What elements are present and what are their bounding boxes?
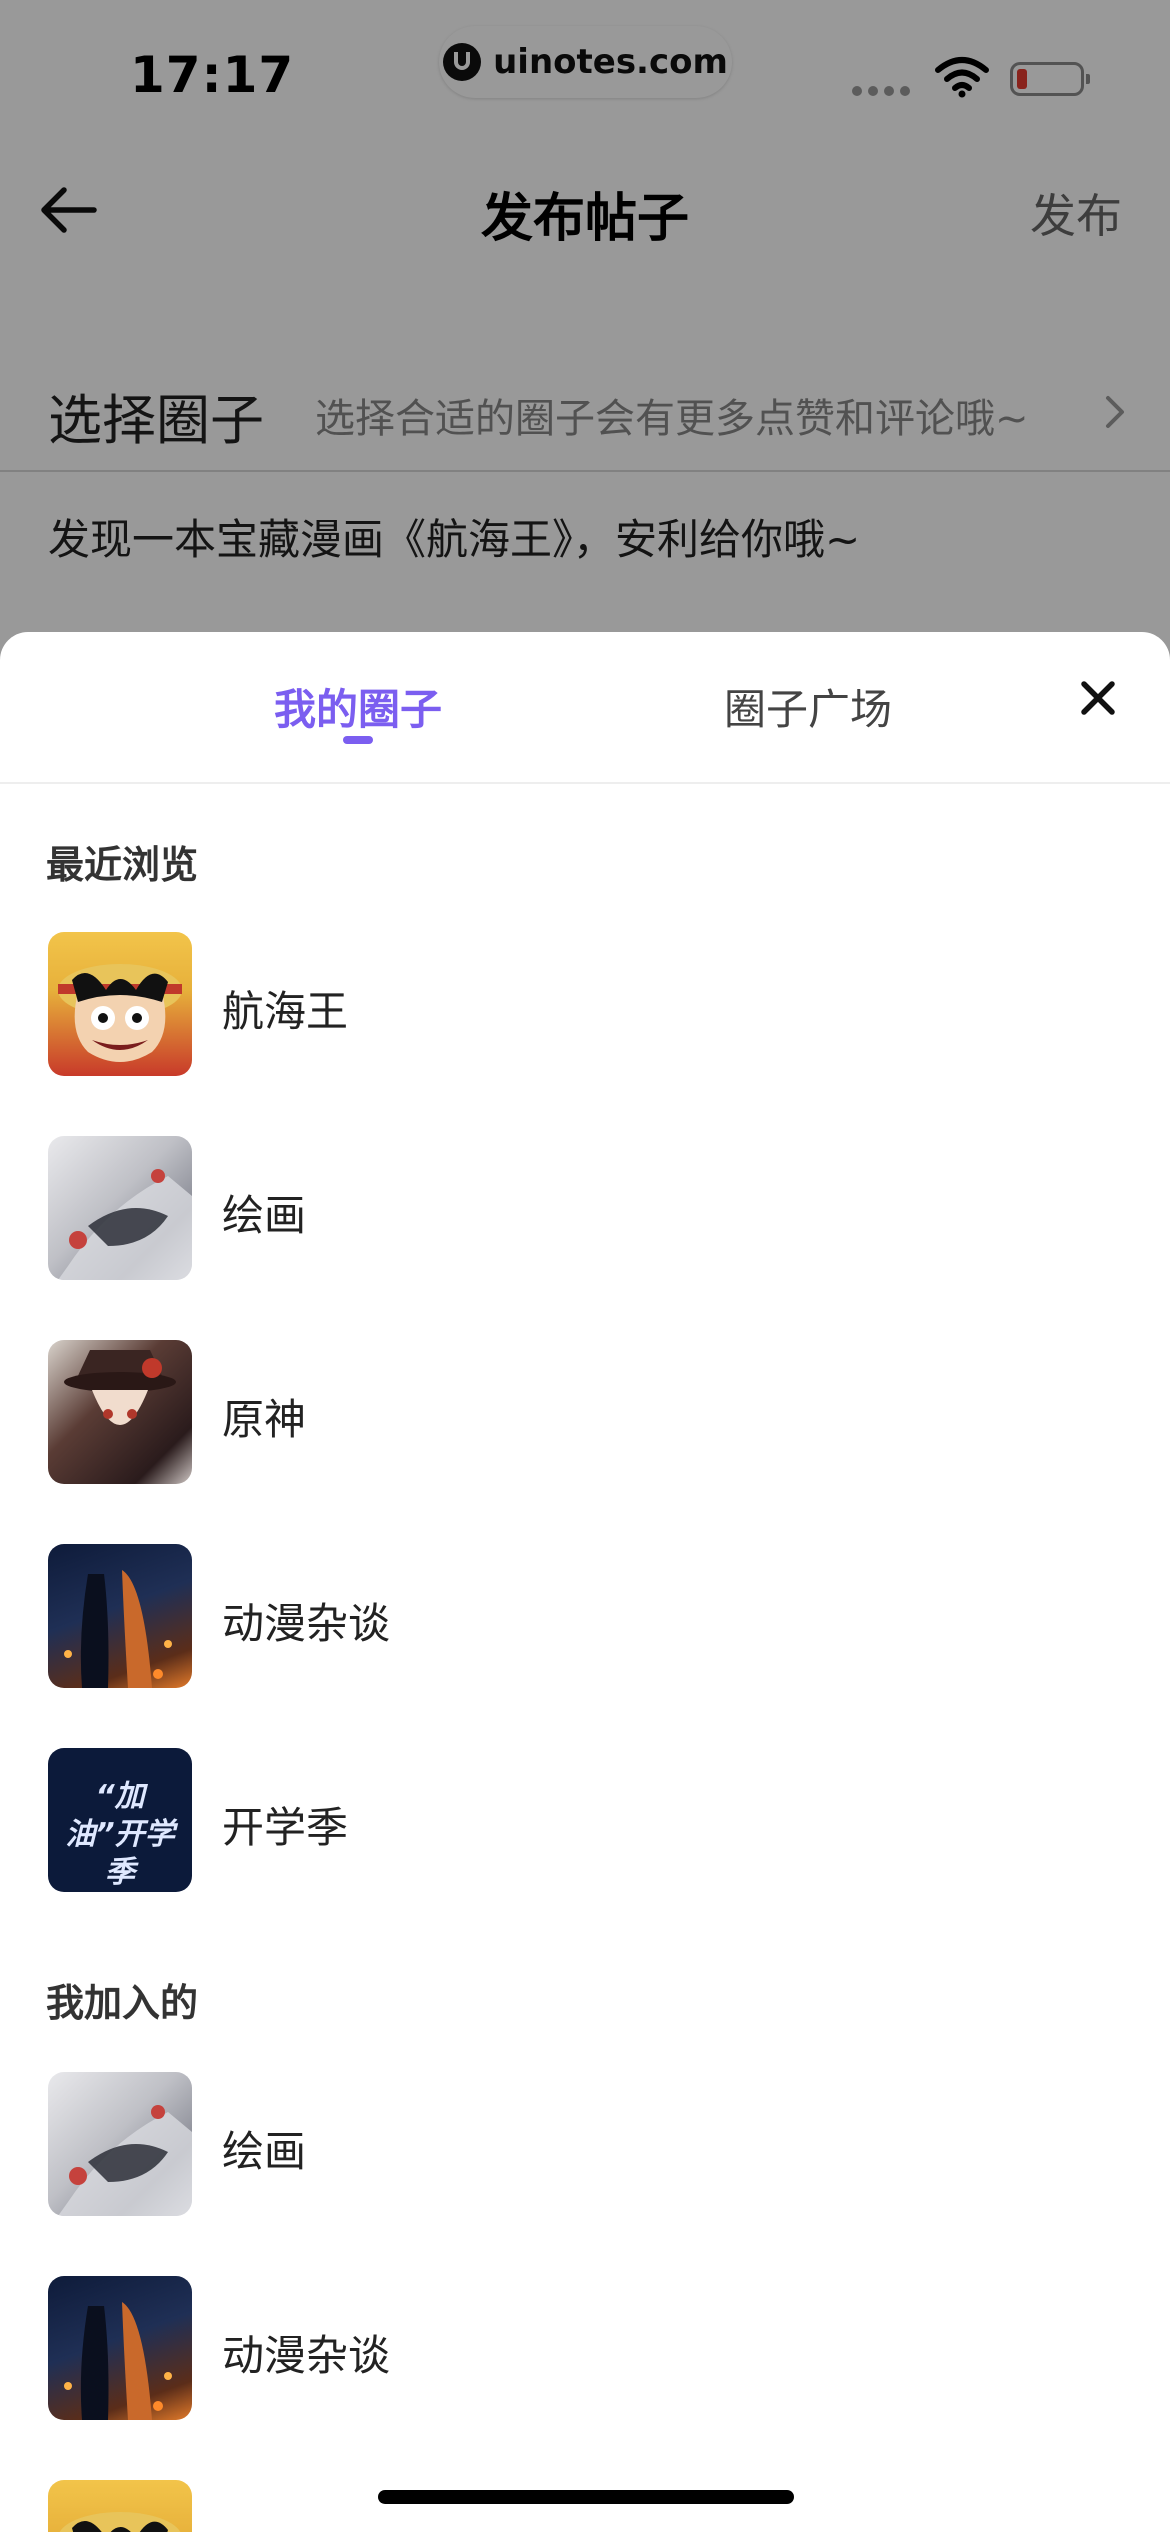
list-item[interactable] xyxy=(48,2480,1128,2532)
circle-name: 动漫杂谈 xyxy=(222,2331,391,2380)
list-item[interactable]: 动漫杂谈 xyxy=(48,2276,1128,2422)
list-item[interactable]: 绘画 xyxy=(48,2072,1128,2218)
circle-thumbnail xyxy=(48,1136,192,1280)
thumbnail-text: “加油”开学季 xyxy=(65,1779,175,1890)
close-icon[interactable] xyxy=(1078,678,1118,718)
circle-name: 绘画 xyxy=(222,2127,307,2176)
home-indicator[interactable] xyxy=(378,2490,794,2504)
circle-thumbnail xyxy=(48,2480,192,2532)
circle-thumbnail xyxy=(48,1340,192,1484)
circle-name: 开学季 xyxy=(222,1803,349,1852)
list-item[interactable]: “加油”开学季 开学季 xyxy=(48,1748,1128,1894)
circle-name: 航海王 xyxy=(222,987,349,1036)
list-item[interactable]: 绘画 xyxy=(48,1136,1128,1282)
circle-thumbnail xyxy=(48,2072,192,2216)
circle-name: 原神 xyxy=(222,1395,307,1444)
circle-thumbnail: “加油”开学季 xyxy=(48,1748,192,1892)
list-item[interactable]: 航海王 xyxy=(48,932,1128,1078)
circle-picker-sheet: 我的圈子 圈子广场 最近浏览 航海王 绘画 原神 动漫杂谈 “加油”开学季 开学… xyxy=(0,632,1170,2532)
tab-my-circles[interactable]: 我的圈子 xyxy=(274,676,442,737)
list-item[interactable]: 动漫杂谈 xyxy=(48,1544,1128,1690)
sheet-header: 我的圈子 圈子广场 xyxy=(0,632,1170,784)
active-tab-indicator xyxy=(343,736,373,744)
circle-thumbnail xyxy=(48,932,192,1076)
list-item[interactable]: 原神 xyxy=(48,1340,1128,1486)
section-recent-title: 最近浏览 xyxy=(46,843,199,887)
circle-name: 动漫杂谈 xyxy=(222,1599,391,1648)
circle-thumbnail xyxy=(48,2276,192,2420)
section-joined-title: 我加入的 xyxy=(46,1981,199,2025)
circle-name: 绘画 xyxy=(222,1191,307,1240)
tab-circle-plaza[interactable]: 圈子广场 xyxy=(724,676,892,737)
circle-thumbnail xyxy=(48,1544,192,1688)
